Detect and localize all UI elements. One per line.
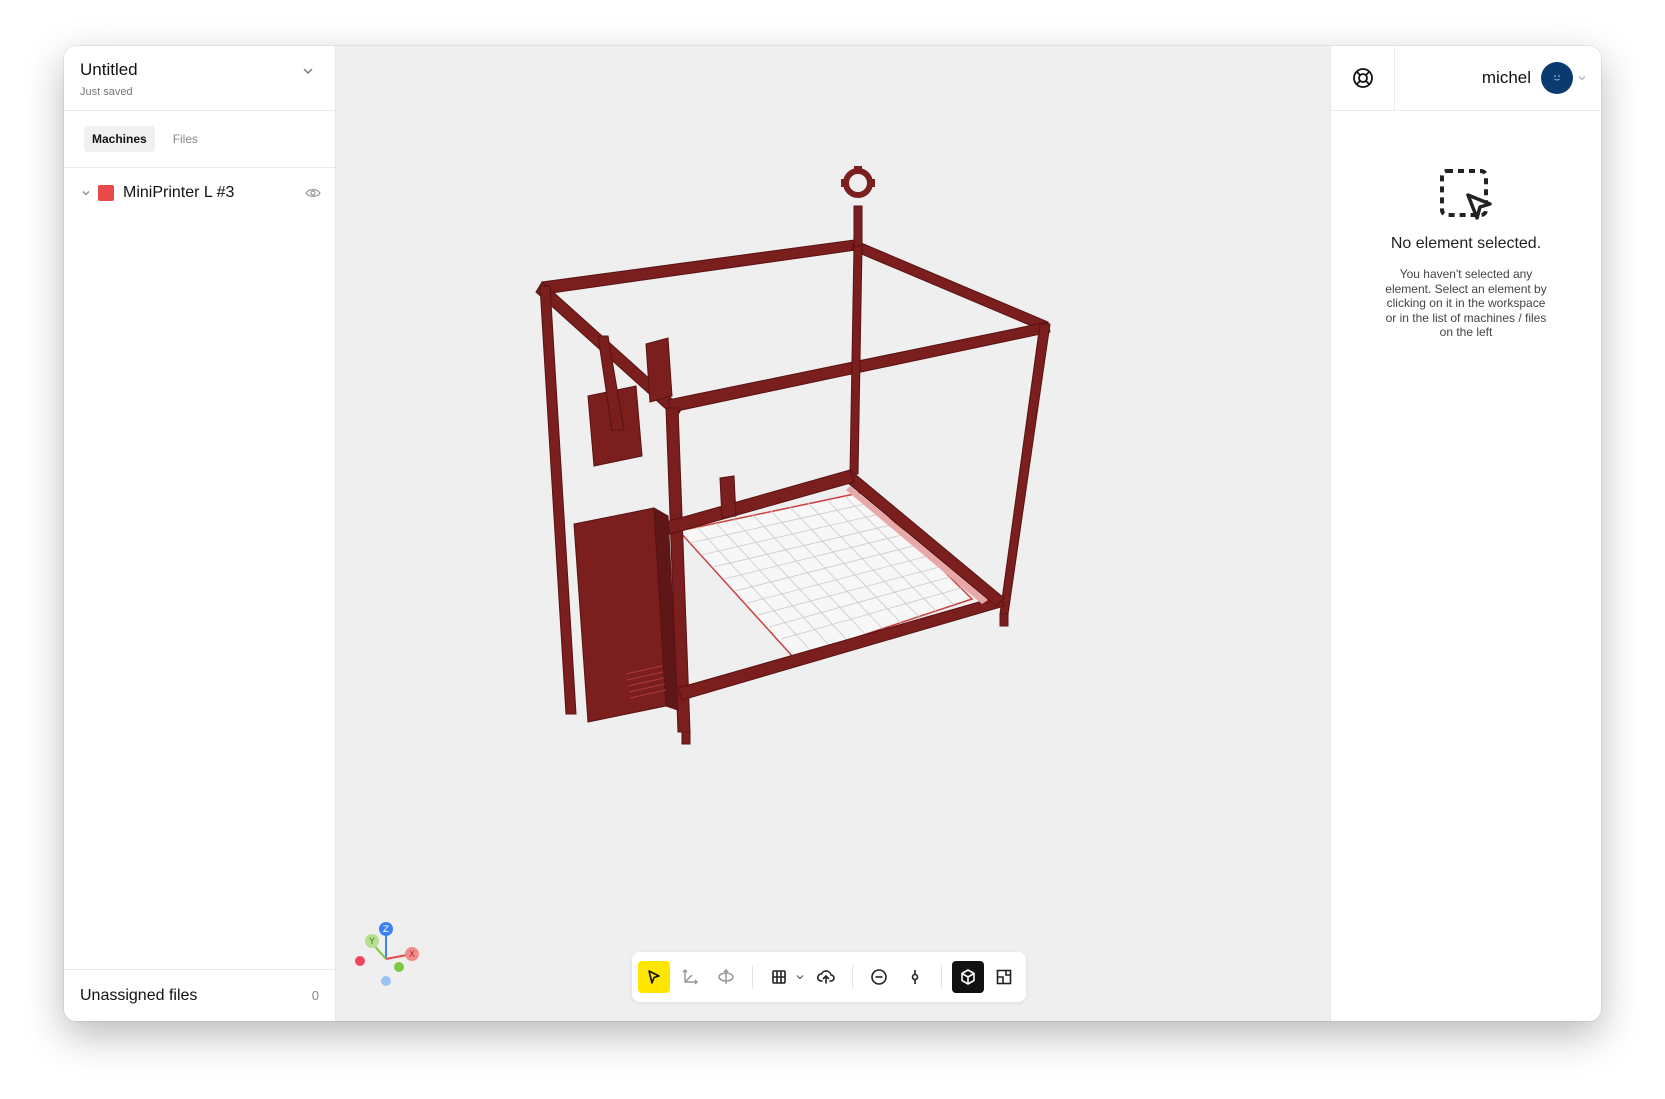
inspector-panel: michel No element selected. You haven't … — [1330, 46, 1601, 1021]
viewport-toolbar — [632, 952, 1026, 1002]
arrange-tool-button[interactable] — [763, 961, 795, 993]
x-axis-label: X — [409, 950, 415, 960]
rotate-tool-button[interactable] — [710, 961, 742, 993]
cloud-upload-icon — [817, 970, 836, 984]
chevron-down-icon[interactable] — [301, 64, 315, 78]
sidebar-tabs: Machines Files — [64, 111, 335, 168]
unassigned-files-count: 0 — [311, 988, 319, 1003]
chevron-down-icon[interactable] — [80, 187, 92, 199]
chevron-down-icon[interactable] — [795, 972, 805, 982]
cube-icon — [961, 969, 975, 985]
printer-frame — [535, 205, 1051, 745]
neg-y-handle[interactable] — [394, 962, 404, 972]
save-status: Just saved — [80, 86, 133, 98]
z-endstop-ring — [841, 166, 875, 198]
project-title[interactable]: Untitled — [80, 60, 319, 80]
empty-selection-state: No element selected. You haven't selecte… — [1331, 111, 1601, 340]
axis-move-icon — [682, 968, 698, 985]
move-tool-button[interactable] — [674, 961, 706, 993]
select-tool-button[interactable] — [638, 961, 670, 993]
avatar[interactable] — [1541, 62, 1573, 94]
username: michel — [1481, 68, 1531, 87]
left-sidebar: Untitled Just saved Machines Files MiniP… — [64, 46, 336, 1021]
toolbar-divider — [751, 965, 753, 989]
rotate-3d-icon — [717, 968, 734, 984]
machine-name[interactable]: MiniPrinter L #3 — [123, 184, 234, 202]
project-header[interactable]: Untitled Just saved — [64, 46, 335, 111]
commit-icon — [911, 970, 919, 984]
upload-button[interactable] — [811, 961, 843, 993]
cursor-arrow-icon — [648, 970, 660, 984]
axis-gizmo[interactable]: Z X Y — [354, 919, 434, 999]
tab-files[interactable]: Files — [165, 126, 206, 152]
toolbar-divider — [852, 965, 854, 989]
3d-viewport[interactable]: Z X Y — [336, 46, 1330, 1021]
empty-title: No element selected. — [1390, 235, 1542, 252]
z-axis-label: Z — [383, 925, 389, 935]
arrange-grid-icon — [771, 970, 786, 984]
avatar-face-icon — [1554, 75, 1560, 81]
view-2d-button[interactable] — [988, 961, 1020, 993]
split-tool-button[interactable] — [899, 961, 931, 993]
printer-3d-model[interactable] — [336, 46, 1330, 1021]
selection-cursor-icon — [1440, 169, 1492, 220]
eye-icon[interactable] — [305, 186, 321, 200]
floorplan-icon — [996, 969, 1012, 985]
neg-z-handle[interactable] — [381, 976, 391, 986]
tab-machines[interactable]: Machines — [84, 126, 155, 152]
unassigned-files-label: Unassigned files — [80, 986, 198, 1004]
inspector-header: michel — [1331, 46, 1601, 111]
neg-x-handle[interactable] — [355, 956, 365, 966]
help-button[interactable] — [1331, 46, 1395, 111]
lifebuoy-icon — [1352, 68, 1373, 88]
view-3d-button[interactable] — [952, 961, 985, 993]
empty-description: You haven't selected any element. Select… — [1385, 267, 1547, 339]
machine-color-swatch — [98, 185, 114, 201]
toolbar-divider — [941, 965, 943, 989]
y-axis-label: Y — [368, 937, 375, 947]
minus-circle-icon — [871, 969, 888, 985]
user-menu[interactable]: michel — [1395, 62, 1601, 94]
app-window: Untitled Just saved Machines Files MiniP… — [64, 46, 1601, 1021]
remove-button[interactable] — [863, 961, 895, 993]
machine-list-item[interactable]: MiniPrinter L #3 — [64, 168, 335, 218]
chevron-down-icon[interactable] — [1577, 73, 1587, 83]
unassigned-files-row[interactable]: Unassigned files 0 — [64, 969, 335, 1021]
